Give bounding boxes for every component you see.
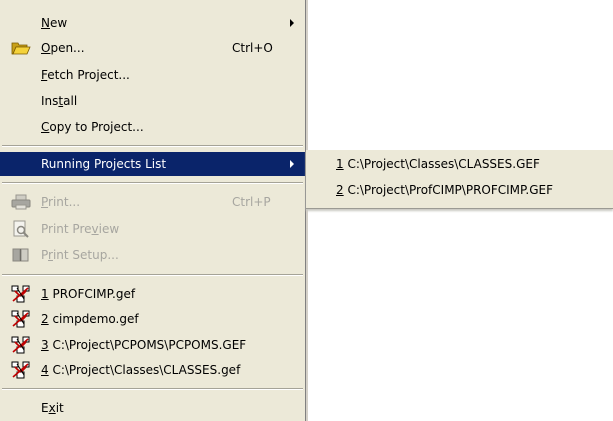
menu-item-open[interactable]: Open... Ctrl+O (0, 36, 305, 60)
menu-item-print-preview[interactable]: Print Preview (0, 217, 305, 241)
menu-item-print-setup[interactable]: Print Setup... (0, 243, 305, 267)
recent-file-item[interactable]: 1 PROFCIMP.gef (0, 282, 305, 306)
menu-item-install[interactable]: Install (0, 89, 305, 113)
label-rest: it (55, 401, 64, 415)
label-rest: int Setup... (52, 248, 119, 262)
mnemonic-p: P (41, 195, 49, 209)
file-menu: New Open... Ctrl+O Fetch Project... Inst… (0, 0, 306, 421)
recent-file-item[interactable]: 2 cimpdemo.gef (0, 307, 305, 331)
menu-item-exit-label: Exit (41, 401, 64, 415)
menu-item-new-label: New (41, 16, 67, 30)
label-pre: E (41, 401, 49, 415)
menu-item-print-preview-label: Print Preview (41, 222, 119, 236)
label-rest: ew (49, 16, 68, 30)
mnemonic-2: 2 (41, 312, 49, 326)
recent-file-label: 2 cimpdemo.gef (41, 312, 139, 326)
label-rest: opy to Project... (49, 120, 144, 134)
menu-item-print-setup-label: Print Setup... (41, 248, 119, 262)
label-pre: P (41, 248, 49, 262)
running-projects-submenu: 1 C:\Project\Classes\CLASSES.GEF 2 C:\Pr… (306, 150, 613, 209)
label-rest: pen... (50, 41, 85, 55)
gef-diagram-icon (11, 285, 31, 303)
menu-item-copy-to-project[interactable]: Copy to Project... (0, 115, 305, 139)
print-setup-icon (11, 246, 31, 264)
shortcut-ctrl-o: Ctrl+O (232, 41, 273, 55)
label-rest: etch Project... (47, 68, 130, 82)
running-project-item[interactable]: 1 C:\Project\Classes\CLASSES.GEF (336, 157, 540, 171)
label-rest: rint... (48, 195, 81, 209)
gef-diagram-icon (11, 361, 31, 379)
menu-item-fetch-project[interactable]: Fetch Project... (0, 63, 305, 87)
menu-item-install-label: Install (41, 94, 77, 108)
file-path: C:\Project\Classes\CLASSES.GEF (343, 157, 540, 171)
menu-item-print[interactable]: Print... Ctrl+P (0, 190, 305, 214)
mnemonic-n: N (41, 16, 50, 30)
recent-file-item[interactable]: 3 C:\Project\PCPOMS\PCPOMS.GEF (0, 333, 305, 357)
gef-diagram-icon (11, 310, 31, 328)
menu-item-new[interactable]: New (0, 11, 305, 35)
menu-item-running-projects-list[interactable]: Running Projects List (0, 152, 305, 176)
label-pre: Ins (41, 94, 59, 108)
submenu-arrow-icon (290, 160, 294, 168)
separator (2, 388, 303, 390)
menu-item-fetch-label: Fetch Project... (41, 68, 130, 82)
mnemonic-1: 1 (41, 287, 49, 301)
separator (2, 274, 303, 276)
mnemonic-3: 3 (41, 338, 49, 352)
mnemonic-4: 4 (41, 363, 49, 377)
label-rest: all (63, 94, 78, 108)
mnemonic-v: v (91, 222, 99, 236)
separator (2, 145, 303, 147)
menu-item-copy-label: Copy to Project... (41, 120, 144, 134)
printer-icon (11, 193, 31, 211)
print-preview-icon (11, 220, 31, 238)
file-path: PROFCIMP.gef (48, 287, 136, 301)
label-pre: Print Pre (41, 222, 92, 236)
recent-file-label: 4 C:\Project\Classes\CLASSES.gef (41, 363, 240, 377)
file-path: cimpdemo.gef (48, 312, 139, 326)
file-path: C:\Project\ProfCIMP\PROFCIMP.GEF (343, 183, 553, 197)
mnemonic-1: 1 (336, 157, 344, 171)
separator (2, 182, 303, 184)
recent-file-label: 1 PROFCIMP.gef (41, 287, 135, 301)
menu-item-running-label: Running Projects List (41, 157, 167, 171)
file-path: C:\Project\PCPOMS\PCPOMS.GEF (48, 338, 247, 352)
file-path: C:\Project\Classes\CLASSES.gef (48, 363, 241, 377)
gef-diagram-icon (11, 336, 31, 354)
submenu-arrow-icon (290, 19, 294, 27)
menu-item-open-label: Open... (41, 41, 85, 55)
label-rest: iew (98, 222, 120, 236)
menu-item-print-label: Print... (41, 195, 80, 209)
shortcut-ctrl-p: Ctrl+P (232, 195, 271, 209)
recent-file-label: 3 C:\Project\PCPOMS\PCPOMS.GEF (41, 338, 246, 352)
open-folder-icon (11, 39, 31, 57)
menu-item-exit[interactable]: Exit (0, 396, 305, 420)
recent-file-item[interactable]: 4 C:\Project\Classes\CLASSES.gef (0, 358, 305, 382)
running-project-item[interactable]: 2 C:\Project\ProfCIMP\PROFCIMP.GEF (336, 183, 553, 197)
mnemonic-x: x (48, 401, 56, 415)
mnemonic-2: 2 (336, 183, 344, 197)
